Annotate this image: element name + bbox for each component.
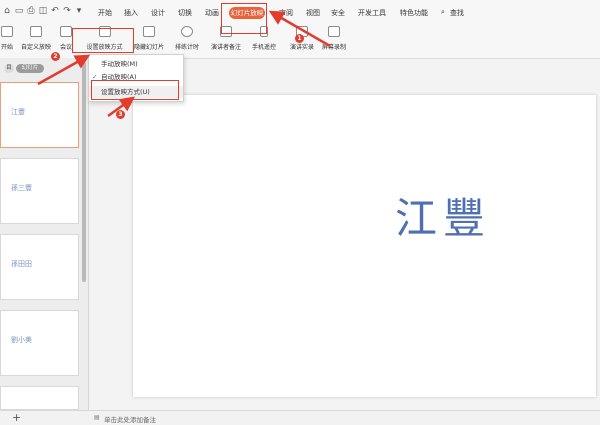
annotation-arrows xyxy=(37,10,331,118)
arrow-to-slideshow-tab xyxy=(268,10,331,48)
arrow-to-setup-item xyxy=(107,96,136,118)
arrow-to-setup-button xyxy=(37,54,91,86)
